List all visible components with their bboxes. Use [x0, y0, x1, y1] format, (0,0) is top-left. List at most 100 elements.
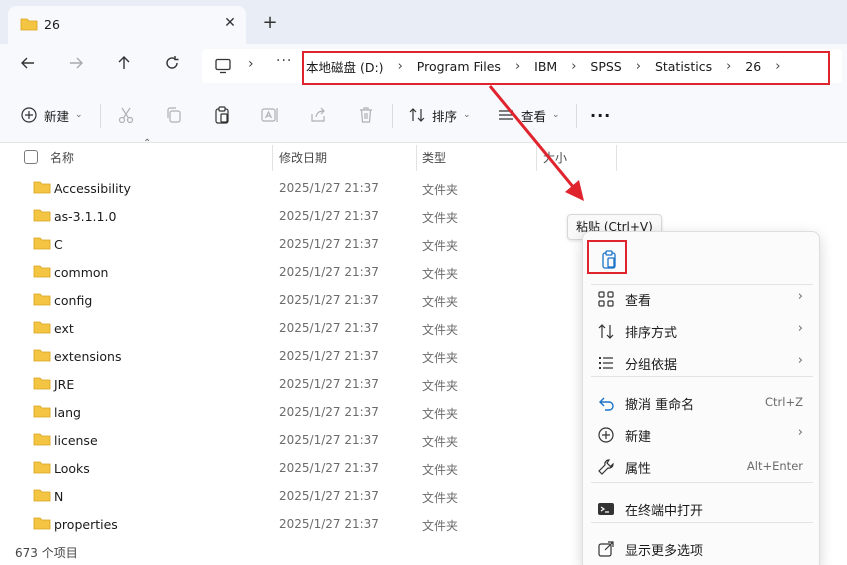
file-name[interactable]: N [54, 489, 63, 504]
file-date: 2025/1/27 21:37 [279, 461, 379, 475]
folder-icon [33, 433, 51, 446]
share-icon[interactable] [308, 105, 328, 125]
sort-button[interactable]: 排序 ⌄ [408, 102, 471, 128]
folder-icon [33, 377, 51, 390]
table-row[interactable]: license 2025/1/27 21:37 文件夹 [0, 426, 580, 454]
chevron-down-icon: ⌄ [463, 110, 471, 120]
hidden-path-button[interactable]: ··· [276, 53, 292, 69]
column-date[interactable]: 修改日期 [279, 149, 327, 166]
column-name[interactable]: 名称 [50, 149, 74, 166]
file-type: 文件夹 [422, 239, 459, 253]
menu-separator [591, 482, 813, 483]
back-arrow-icon [21, 57, 34, 69]
new-tab-button[interactable]: + [260, 13, 280, 33]
back-button[interactable] [16, 54, 40, 78]
file-name[interactable]: as-3.1.1.0 [54, 209, 116, 224]
file-name[interactable]: license [54, 433, 98, 448]
folder-icon [33, 293, 51, 306]
file-type: 文件夹 [422, 379, 459, 393]
file-date: 2025/1/27 21:37 [279, 489, 379, 503]
file-name[interactable]: lang [54, 405, 81, 420]
table-row[interactable]: lang 2025/1/27 21:37 文件夹 [0, 398, 580, 426]
table-row[interactable]: C 2025/1/27 21:37 文件夹 [0, 230, 580, 258]
table-row[interactable]: JRE 2025/1/27 21:37 文件夹 [0, 370, 580, 398]
table-row[interactable]: ext 2025/1/27 21:37 文件夹 [0, 314, 580, 342]
file-name[interactable]: extensions [54, 349, 121, 364]
column-divider[interactable] [272, 145, 273, 171]
address-highlight-box [302, 51, 830, 85]
table-row[interactable]: Looks 2025/1/27 21:37 文件夹 [0, 454, 580, 482]
view-button[interactable]: 查看 ⌄ [497, 102, 560, 128]
toolbar-divider [392, 104, 393, 128]
file-type: 文件夹 [422, 407, 459, 421]
paste-icon[interactable] [212, 105, 232, 125]
file-name[interactable]: properties [54, 517, 118, 532]
folder-icon [33, 209, 51, 222]
chevron-down-icon: ⌄ [552, 110, 560, 120]
folder-icon [33, 349, 51, 362]
new-button[interactable]: 新建 ⌄ [20, 102, 83, 128]
menu-item-label: 在终端中打开 [625, 504, 704, 519]
file-list: Accessibility 2025/1/27 21:37 文件夹 as-3.1.1.… [0, 174, 580, 538]
menu-item[interactable]: 查看 › [583, 282, 819, 314]
share-icon [598, 541, 614, 557]
menu-item[interactable]: 撤消 重命名 Ctrl+Z [583, 386, 819, 418]
menu-item[interactable]: 排序方式 › [583, 314, 819, 346]
table-row[interactable]: config 2025/1/27 21:37 文件夹 [0, 286, 580, 314]
file-type: 文件夹 [422, 295, 459, 309]
folder-icon [20, 18, 38, 31]
column-type[interactable]: 类型 [422, 149, 446, 166]
table-row[interactable]: N 2025/1/27 21:37 文件夹 [0, 482, 580, 510]
more-options-button[interactable]: ··· [590, 102, 611, 128]
file-name[interactable]: common [54, 265, 108, 280]
file-name[interactable]: Looks [54, 461, 90, 476]
menu-item-shortcut: Alt+Enter [746, 459, 803, 473]
terminal-icon [598, 503, 614, 515]
file-name[interactable]: ext [54, 321, 74, 336]
tab-current[interactable]: 26 ✕ [8, 6, 246, 44]
file-name[interactable]: config [54, 293, 92, 308]
chevron-right-icon: › [797, 353, 803, 368]
delete-icon[interactable] [356, 105, 376, 125]
column-size[interactable]: 大小 [543, 149, 567, 166]
menu-item[interactable]: 在终端中打开 [583, 492, 819, 524]
file-name[interactable]: Accessibility [54, 181, 131, 196]
computer-icon [215, 58, 231, 74]
column-divider[interactable] [416, 145, 417, 171]
table-row[interactable]: Accessibility 2025/1/27 21:37 文件夹 [0, 174, 580, 202]
table-row[interactable]: common 2025/1/27 21:37 文件夹 [0, 258, 580, 286]
sort-icon [409, 108, 425, 122]
column-divider[interactable] [536, 145, 537, 171]
new-button-label: 新建 [44, 108, 70, 124]
menu-item-label: 新建 [625, 430, 652, 445]
rename-icon[interactable] [260, 105, 280, 125]
file-type: 文件夹 [422, 211, 459, 225]
close-tab-button[interactable]: ✕ [220, 13, 240, 33]
column-header: 名称 修改日期 类型 大小 [0, 143, 847, 171]
table-row[interactable]: as-3.1.1.0 2025/1/27 21:37 文件夹 [0, 202, 580, 230]
folder-icon [33, 461, 51, 474]
refresh-button[interactable] [160, 54, 184, 78]
column-divider[interactable] [616, 145, 617, 171]
file-date: 2025/1/27 21:37 [279, 433, 379, 447]
toolbar-divider [576, 104, 577, 128]
sort-button-label: 排序 [432, 108, 458, 124]
copy-icon[interactable] [164, 105, 184, 125]
menu-item[interactable]: 属性 Alt+Enter [583, 450, 819, 482]
file-date: 2025/1/27 21:37 [279, 237, 379, 251]
paste-highlight-box [587, 240, 627, 274]
chevron-right-icon: › [248, 56, 254, 72]
menu-item[interactable]: 显示更多选项 [583, 532, 819, 564]
file-type: 文件夹 [422, 323, 459, 337]
forward-button[interactable] [64, 54, 88, 78]
file-type: 文件夹 [422, 435, 459, 449]
table-row[interactable]: properties 2025/1/27 21:37 文件夹 [0, 510, 580, 538]
folder-icon [33, 489, 51, 502]
menu-item[interactable]: 新建 › [583, 418, 819, 450]
file-name[interactable]: C [54, 237, 63, 252]
cut-icon[interactable] [116, 105, 136, 125]
menu-item[interactable]: 分组依据 › [583, 346, 819, 378]
table-row[interactable]: extensions 2025/1/27 21:37 文件夹 [0, 342, 580, 370]
file-name[interactable]: JRE [54, 377, 74, 392]
up-button[interactable] [112, 54, 136, 78]
